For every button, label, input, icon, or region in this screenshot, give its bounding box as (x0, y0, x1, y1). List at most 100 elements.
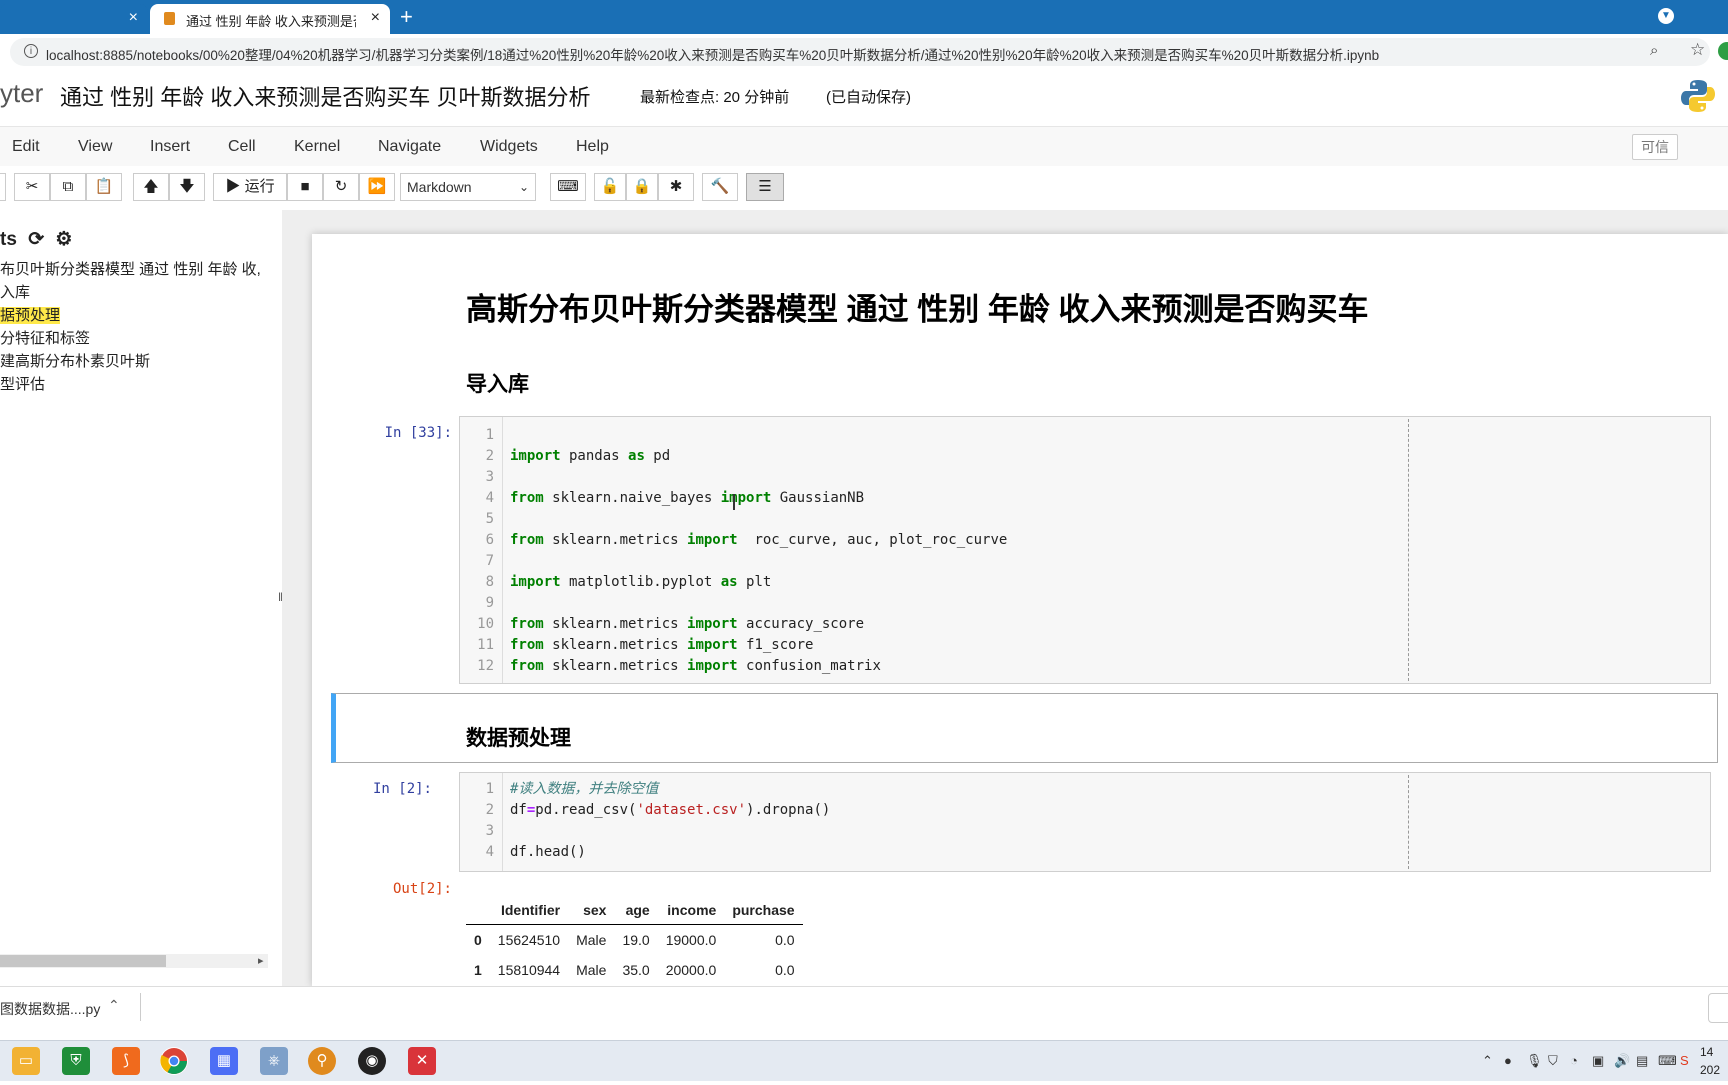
code-cell-read-data[interactable]: 1 #读入数据，并去除空值 2 df=pd.read_csv('dataset.cs… (459, 772, 1711, 872)
menu-widgets[interactable]: Widgets (480, 138, 538, 156)
toc-toggle-button[interactable]: ☰ (746, 173, 784, 201)
cut-button[interactable]: ✂ (14, 173, 50, 201)
copy-button[interactable]: ⧉ (50, 173, 86, 201)
search-app-icon[interactable]: ⚲ (308, 1047, 336, 1075)
clock-date: 202 (1700, 1063, 1721, 1077)
column-header: purchase (724, 896, 803, 925)
file-explorer-icon[interactable]: ▭ (12, 1047, 40, 1075)
gavel-button[interactable]: 🔨 (702, 173, 738, 201)
tray-ime-icon[interactable]: S (1680, 1053, 1689, 1068)
menu-navigate[interactable]: Navigate (378, 138, 441, 156)
tray-shield-icon[interactable]: ⛉ (1548, 1053, 1558, 1069)
close-tab-icon[interactable]: × (371, 9, 380, 27)
security-shield-icon[interactable]: ⛨ (62, 1047, 90, 1075)
table-cell: 15624510 (497, 932, 561, 948)
autosave-status: (已自动保存) (826, 89, 911, 106)
app-icon-colorful[interactable]: ▦ (210, 1047, 238, 1075)
gavel-icon: 🔨 (710, 178, 730, 195)
restart-run-all-button[interactable]: ⏩ (359, 173, 395, 201)
menu-edit[interactable]: Edit (12, 138, 40, 156)
browser-tab-previous[interactable]: × (0, 4, 148, 34)
unlock-cell-button[interactable]: 🔓 (594, 173, 626, 201)
asterisk-button[interactable]: ✱ (658, 173, 694, 201)
address-bar[interactable]: i localhost:8885/notebooks/00%20整理/04%20… (10, 38, 1710, 66)
download-item[interactable]: 图数据数据....py (0, 999, 100, 1019)
heading-import: 导入库 (466, 373, 529, 396)
obs-icon[interactable]: ◉ (358, 1047, 386, 1075)
notebook-heading-1: 高斯分布贝叶斯分类器模型 通过 性别 年龄 收入来预测是否购买车 (466, 292, 1369, 327)
refresh-icon[interactable]: ⟳ (28, 229, 44, 250)
move-down-button[interactable]: 🡇 (169, 173, 205, 201)
address-bar-area: i localhost:8885/notebooks/00%20整理/04%20… (0, 34, 1728, 71)
tray-app-icon[interactable]: ● (1504, 1053, 1512, 1068)
gear-icon[interactable]: ⚙ (55, 229, 72, 250)
toc-item-import[interactable]: 入库 (0, 281, 30, 302)
bookmark-star-icon[interactable]: ☆ (1690, 40, 1705, 60)
toc-item-preprocess[interactable]: 据预处理 (0, 304, 61, 325)
move-up-button[interactable]: 🡅 (133, 173, 169, 201)
table-cell: 0.0 (775, 962, 795, 978)
menu-insert[interactable]: Insert (150, 138, 190, 156)
fast-forward-icon: ⏩ (367, 178, 387, 195)
tray-expand-icon[interactable]: ⌃ (1482, 1053, 1493, 1069)
keyboard-icon: ⌨ (557, 178, 579, 195)
chevron-down-icon: ⌄ (518, 180, 529, 194)
cell-type-select[interactable]: Markdown ⌄ (400, 173, 536, 201)
run-label: 运行 (244, 178, 275, 195)
heading-preprocess: 数据预处理 (466, 727, 571, 750)
menu-kernel[interactable]: Kernel (294, 138, 340, 156)
menu-cell[interactable]: Cell (228, 138, 256, 156)
list-icon: ☰ (758, 178, 772, 195)
column-header: age (614, 896, 658, 925)
interrupt-kernel-button[interactable]: ■ (287, 173, 323, 201)
table-cell: 19.0 (622, 932, 650, 948)
tab-search-icon[interactable]: ▼ (1658, 8, 1674, 24)
run-button[interactable]: ▶ 运行 (213, 173, 287, 201)
tray-network-icon[interactable]: ◔ (1570, 1053, 1578, 1068)
taskbar-clock[interactable]: 14 202 (1700, 1043, 1720, 1079)
toc-scrollbar[interactable] (0, 954, 268, 968)
chevron-up-icon[interactable]: ⌃ (108, 997, 120, 1014)
tray-input-icon[interactable]: ⌨ (1658, 1053, 1677, 1069)
column-header: Identifier (489, 896, 569, 925)
dataframe-table: Identifier sex age income purchase 0 156… (466, 896, 803, 985)
restart-kernel-button[interactable]: ↻ (323, 173, 359, 201)
toc-scroll-thumb[interactable] (0, 955, 166, 967)
close-tab-icon[interactable]: × (129, 9, 138, 27)
toc-item-model[interactable]: 建高斯分布朴素贝叶斯 (0, 350, 150, 371)
line-ruler (1408, 419, 1409, 681)
notebook-title[interactable]: 通过 性别 年龄 收入来预测是否购买车 贝叶斯数据分析 (60, 80, 590, 112)
app-icon-red[interactable]: ✕ (408, 1047, 436, 1075)
scroll-right-icon[interactable]: ▸ (258, 954, 264, 967)
tray-microphone-icon[interactable]: 🎙 (1526, 1053, 1543, 1069)
trusted-badge[interactable]: 可信 (1632, 134, 1678, 160)
table-cell: 35.0 (622, 962, 650, 978)
save-button[interactable] (0, 173, 6, 201)
tray-display-icon[interactable]: ▣ (1592, 1053, 1604, 1069)
tray-volume-icon[interactable]: 🔊 (1614, 1053, 1630, 1069)
toc-item-evaluation[interactable]: 型评估 (0, 373, 45, 394)
lock-cell-button[interactable]: 🔒 (626, 173, 658, 201)
chrome-icon[interactable] (160, 1047, 188, 1075)
new-tab-button[interactable]: + (400, 4, 413, 30)
zoom-icon[interactable]: ⌕ (1650, 42, 1658, 59)
app-icon-orange[interactable]: ⟆ (112, 1047, 140, 1075)
toc-item-heading[interactable]: 布贝叶斯分类器模型 通过 性别 年龄 收, (0, 258, 261, 279)
play-icon: ▶ (225, 178, 245, 195)
menu-help[interactable]: Help (576, 138, 609, 156)
site-info-icon[interactable]: i (24, 44, 38, 58)
show-all-downloads-button[interactable] (1708, 993, 1728, 1023)
notebook-favicon-icon (164, 12, 175, 25)
column-header: income (657, 896, 725, 925)
jupyter-logo[interactable]: yter (0, 78, 43, 109)
toc-item-features[interactable]: 分特征和标签 (0, 327, 90, 348)
paste-button[interactable]: 📋 (86, 173, 122, 201)
browser-tab-active[interactable]: 通过 性别 年龄 收入来预测是否购买车 × (150, 4, 390, 34)
menu-view[interactable]: View (78, 138, 112, 156)
lock-icon: 🔒 (632, 178, 652, 195)
url-text[interactable]: localhost:8885/notebooks/00%20整理/04%20机器… (46, 44, 1379, 64)
tray-app2-icon[interactable]: ▤ (1636, 1053, 1648, 1069)
command-palette-button[interactable]: ⌨ (550, 173, 586, 201)
app-icon-python[interactable]: ⎈ (260, 1047, 288, 1075)
code-cell-imports[interactable]: 1 2 import pandas as pd 3 4 from sklearn.n… (459, 416, 1711, 684)
